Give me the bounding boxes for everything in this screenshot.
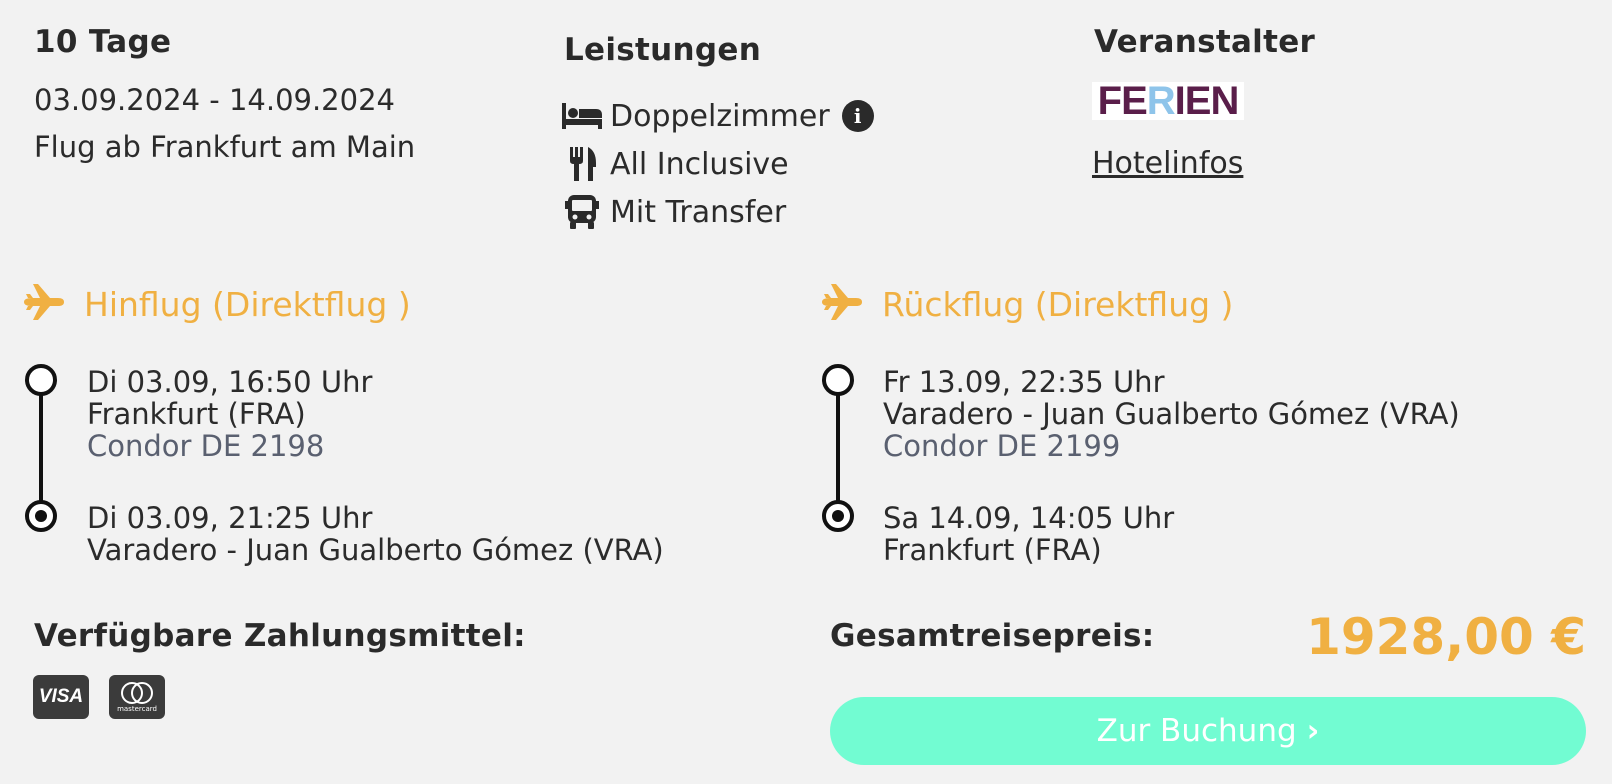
arrival-node	[25, 500, 57, 532]
mastercard-label: mastercard	[117, 705, 157, 713]
return-title: Rückflug (Direktflug )	[882, 284, 1234, 324]
visa-icon: VISA	[33, 675, 89, 719]
departure-city: Flug ab Frankfurt am Main	[34, 130, 416, 164]
trip-duration: 10 Tage	[34, 24, 172, 60]
chevron-right-icon: ›	[1306, 713, 1320, 749]
return-arrival-airport: Frankfurt (FRA)	[883, 533, 1102, 567]
arrival-node	[822, 500, 854, 532]
leistung-label: All Inclusive	[610, 146, 789, 182]
return-header: Rückflug (Direktflug )	[822, 284, 1233, 324]
total-price: 1928,00 €	[1306, 608, 1586, 666]
departure-node	[822, 364, 854, 396]
trip-dates: 03.09.2024 - 14.09.2024	[34, 83, 395, 117]
leistung-transfer: Mit Transfer	[562, 192, 786, 232]
booking-button[interactable]: Zur Buchung ›	[830, 697, 1586, 765]
operator-logo: FE R IEN	[1092, 82, 1244, 120]
leistung-label: Doppelzimmer	[610, 98, 830, 134]
outbound-title: Hinflug (Direktflug )	[84, 284, 411, 324]
leistung-board: All Inclusive	[562, 144, 789, 184]
departure-node	[25, 364, 57, 396]
return-timeline	[836, 394, 840, 512]
bus-icon	[562, 192, 602, 232]
booking-button-label: Zur Buchung	[1096, 713, 1297, 749]
return-departure-airport: Varadero - Juan Gualberto Gómez (VRA)	[883, 397, 1460, 431]
mastercard-icon: mastercard	[109, 675, 165, 719]
outbound-arrival-time: Di 03.09, 21:25 Uhr	[87, 501, 373, 535]
logo-text-part: R	[1146, 82, 1176, 120]
total-label: Gesamtreisepreis:	[830, 618, 1155, 654]
bed-icon	[562, 96, 602, 136]
plane-icon	[822, 284, 862, 324]
return-departure-time: Fr 13.09, 22:35 Uhr	[883, 365, 1165, 399]
outbound-departure-airport: Frankfurt (FRA)	[87, 397, 306, 431]
outbound-header: Hinflug (Direktflug )	[24, 284, 411, 324]
leistungen-heading: Leistungen	[564, 32, 762, 68]
hotelinfos-link[interactable]: Hotelinfos	[1092, 146, 1243, 181]
outbound-timeline	[39, 394, 43, 512]
outbound-departure-time: Di 03.09, 16:50 Uhr	[87, 365, 373, 399]
leistung-label: Mit Transfer	[610, 194, 787, 230]
leistung-room: Doppelzimmer i	[562, 96, 874, 136]
visa-label: VISA	[38, 686, 84, 707]
outbound-arrival-airport: Varadero - Juan Gualberto Gómez (VRA)	[87, 533, 664, 567]
outbound-carrier: Condor DE 2198	[87, 429, 325, 463]
return-arrival-time: Sa 14.09, 14:05 Uhr	[883, 501, 1175, 535]
logo-text-part: IEN	[1174, 82, 1240, 120]
return-carrier: Condor DE 2199	[883, 429, 1121, 463]
payment-heading: Verfügbare Zahlungsmittel:	[34, 618, 526, 654]
logo-text-part: FE	[1097, 82, 1148, 120]
info-icon[interactable]: i	[841, 100, 874, 132]
veranstalter-heading: Veranstalter	[1094, 24, 1316, 60]
utensils-icon	[562, 144, 602, 184]
plane-icon	[24, 284, 64, 324]
